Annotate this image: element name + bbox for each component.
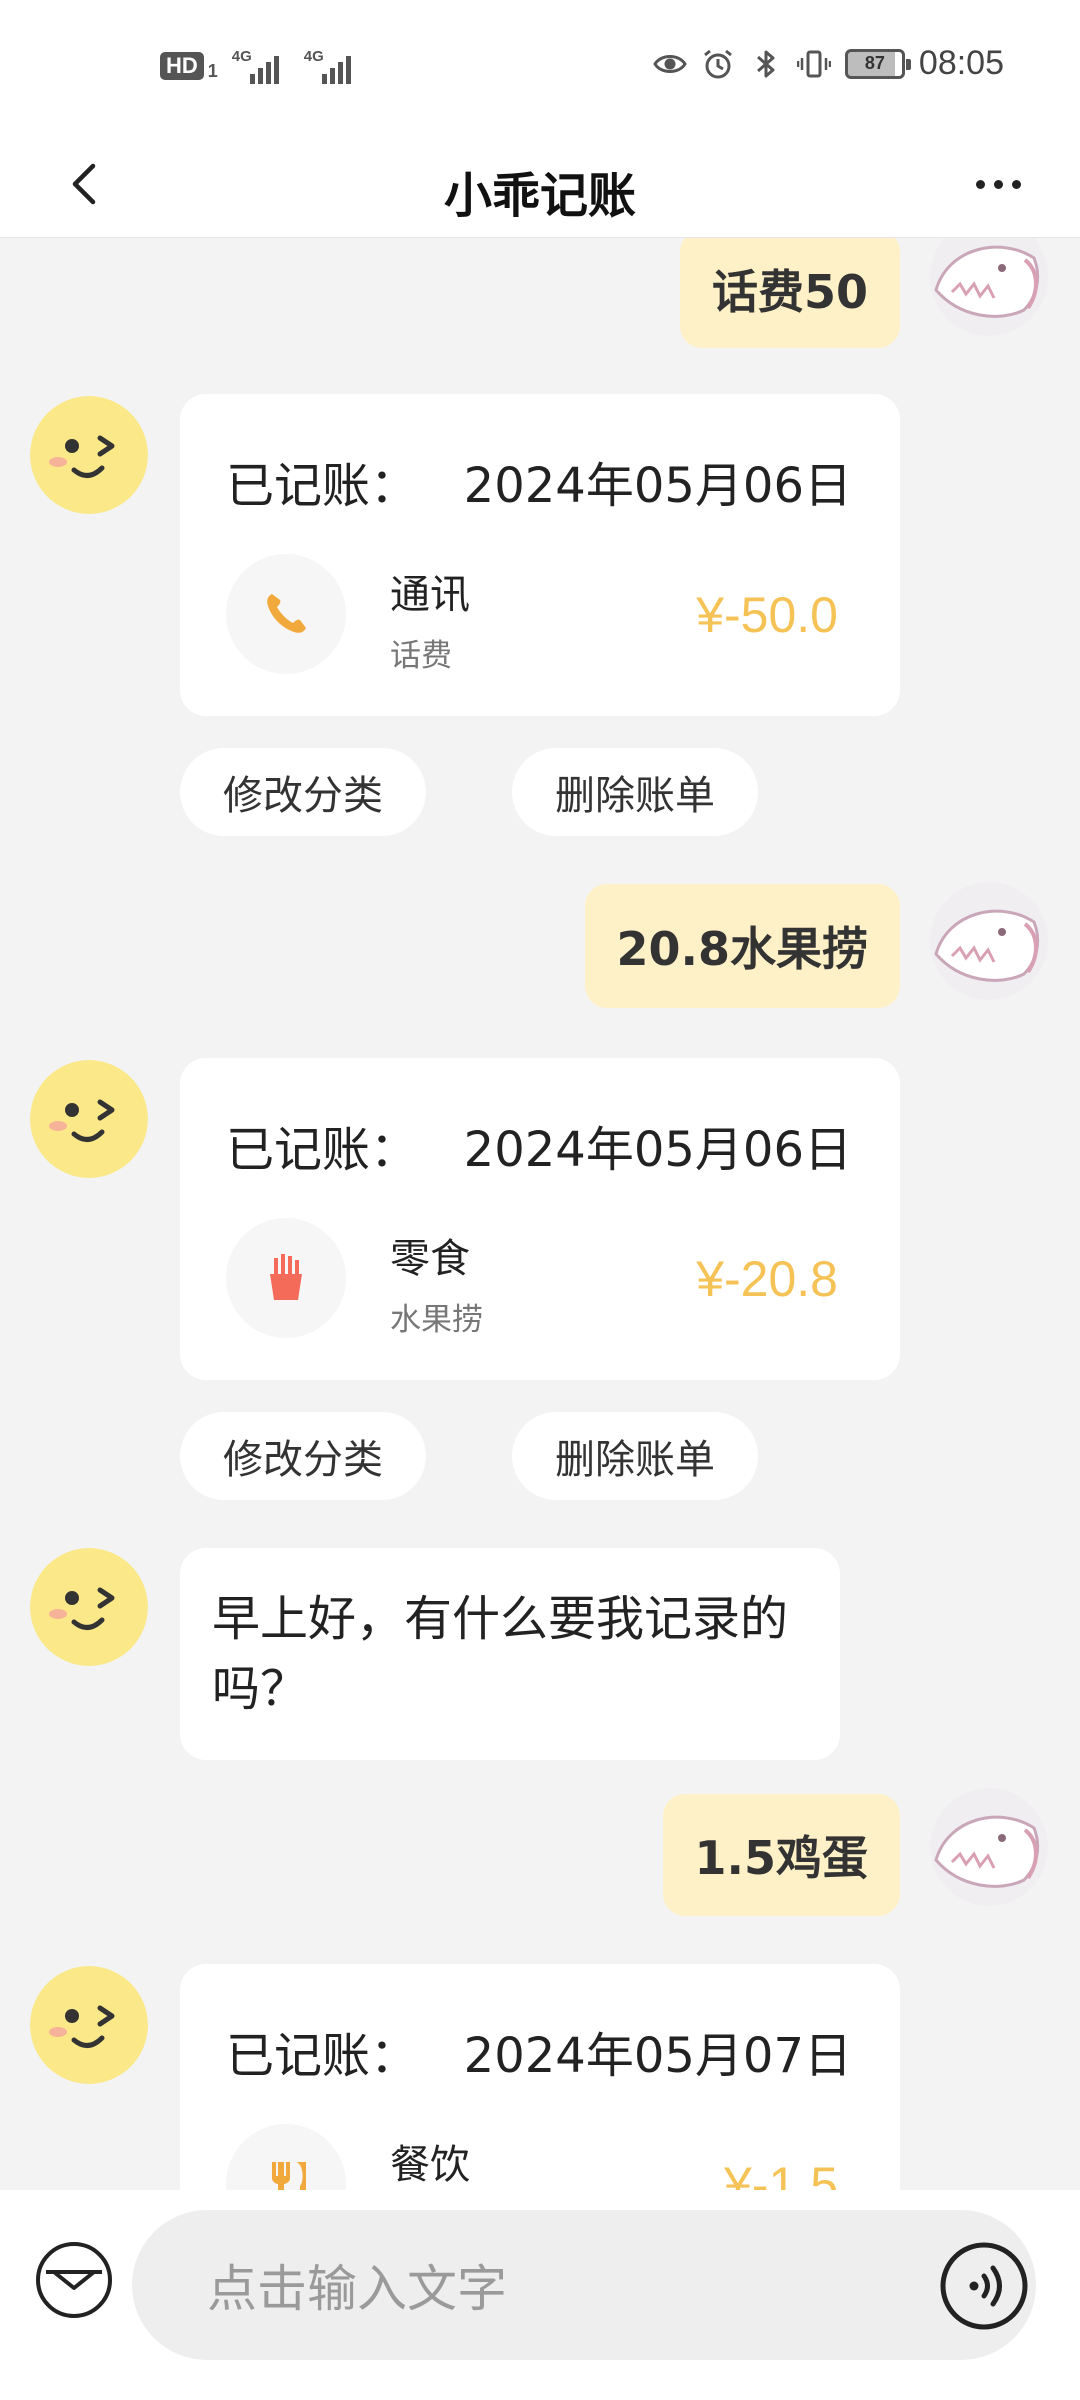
wink-face-icon [30,1548,148,1666]
record-date: 2024年05月07日 [463,2028,852,2084]
record-label: 已记账： [226,2028,419,2084]
message-input[interactable]: 点击输入文字 [132,2210,1036,2360]
bot-message-text: 早上好，有什么要我记录的吗？ [212,1591,789,1717]
edit-category-button[interactable]: 修改分类 [180,1412,426,1500]
wink-face-icon [30,1966,148,2084]
user-message-bubble[interactable]: 话费50 [679,238,900,348]
bot-avatar[interactable] [30,1966,148,2084]
title-bar: 小乖记账 [0,130,1080,238]
category-name: 餐饮 [390,2142,470,2188]
bill-record-card[interactable]: 已记账： 2024年05月06日 零食 水果捞 ¥-20.8 [180,1058,900,1380]
bill-note: 话费 [390,638,452,674]
category-icon-circle [226,2124,346,2190]
more-dot [975,179,985,189]
bot-message-bubble[interactable]: 早上好，有什么要我记录的吗？ [180,1548,840,1760]
input-placeholder: 点击输入文字 [207,2260,507,2318]
system-indicators: 87 08:05 [653,44,1004,83]
bill-record-card[interactable]: 已记账： 2024年05月07日 餐饮 ¥-1.5 [180,1964,900,2190]
status-bar: HD 1 4G 4G 87 08:05 [0,0,1080,130]
fries-icon [270,1254,302,1300]
record-date: 2024年05月06日 [463,458,852,514]
edit-category-label: 修改分类 [223,773,383,819]
signal-icon: 4G [232,48,290,84]
wallet-icon[interactable] [32,2238,116,2322]
hd-sim-number: 1 [207,60,218,81]
bot-avatar[interactable] [30,396,148,514]
network-indicators: HD 1 4G 4G [160,48,362,84]
vibrate-icon [796,50,831,77]
bill-record-card[interactable]: 已记账： 2024年05月06日 通讯 话费 ¥-50.0 [180,394,900,716]
user-avatar[interactable] [930,238,1048,336]
page-title: 小乖记账 [443,168,636,224]
more-options-button[interactable] [968,160,1028,208]
record-date: 2024年05月06日 [463,1122,852,1178]
user-avatar[interactable] [930,1788,1048,1906]
alarm-icon [703,49,732,78]
shark-avatar-icon [930,238,1048,336]
voice-icon[interactable] [938,2240,1030,2332]
wink-face-icon [30,396,148,514]
signal-icon: 4G [304,48,362,84]
hd-badge: HD [160,52,204,80]
edit-category-label: 修改分类 [223,1437,383,1483]
category-icon-circle [226,554,346,674]
bill-amount: ¥-20.8 [696,1251,838,1307]
record-label: 已记账： [226,1122,419,1178]
chat-list[interactable]: 话费50 已记账： 2024年05月06日 通讯 话费 ¥-50.0 修改分类 … [0,238,1080,2190]
bot-avatar[interactable] [30,1060,148,1178]
user-avatar[interactable] [930,882,1048,1000]
user-message-bubble[interactable]: 20.8水果捞 [584,884,900,1008]
delete-bill-button[interactable]: 删除账单 [512,748,758,836]
input-bar: 点击输入文字 [0,2190,1080,2400]
bot-avatar[interactable] [30,1548,148,1666]
shark-avatar-icon [930,882,1048,1000]
battery-level: 87 [864,53,885,73]
network-type-label: 4G [303,48,324,65]
utensils-icon [272,2162,306,2190]
user-message-text: 20.8水果捞 [616,922,869,976]
user-message-bubble[interactable]: 1.5鸡蛋 [662,1794,900,1916]
user-message-text: 1.5鸡蛋 [694,1831,869,1885]
status-time: 08:05 [918,44,1004,82]
category-icon-circle [226,1218,346,1338]
shark-avatar-icon [930,1788,1048,1906]
phone-icon [267,594,306,633]
delete-bill-label: 删除账单 [555,1437,715,1483]
bluetooth-icon [756,50,775,77]
battery-icon: 87 [844,48,911,79]
delete-bill-button[interactable]: 删除账单 [512,1412,758,1500]
category-name: 零食 [390,1236,470,1282]
wink-face-icon [30,1060,148,1178]
category-name: 通讯 [390,572,470,618]
bill-amount: ¥-50.0 [696,587,838,643]
eye-icon [653,54,687,73]
network-type-label: 4G [231,48,252,65]
bill-amount: ¥-1.5 [724,2157,838,2190]
delete-bill-label: 删除账单 [555,773,715,819]
edit-category-button[interactable]: 修改分类 [180,748,426,836]
user-message-text: 话费50 [711,265,868,319]
more-dot [1011,179,1021,189]
more-dot [993,179,1003,189]
record-label: 已记账： [226,458,419,514]
bill-note: 水果捞 [390,1302,483,1338]
